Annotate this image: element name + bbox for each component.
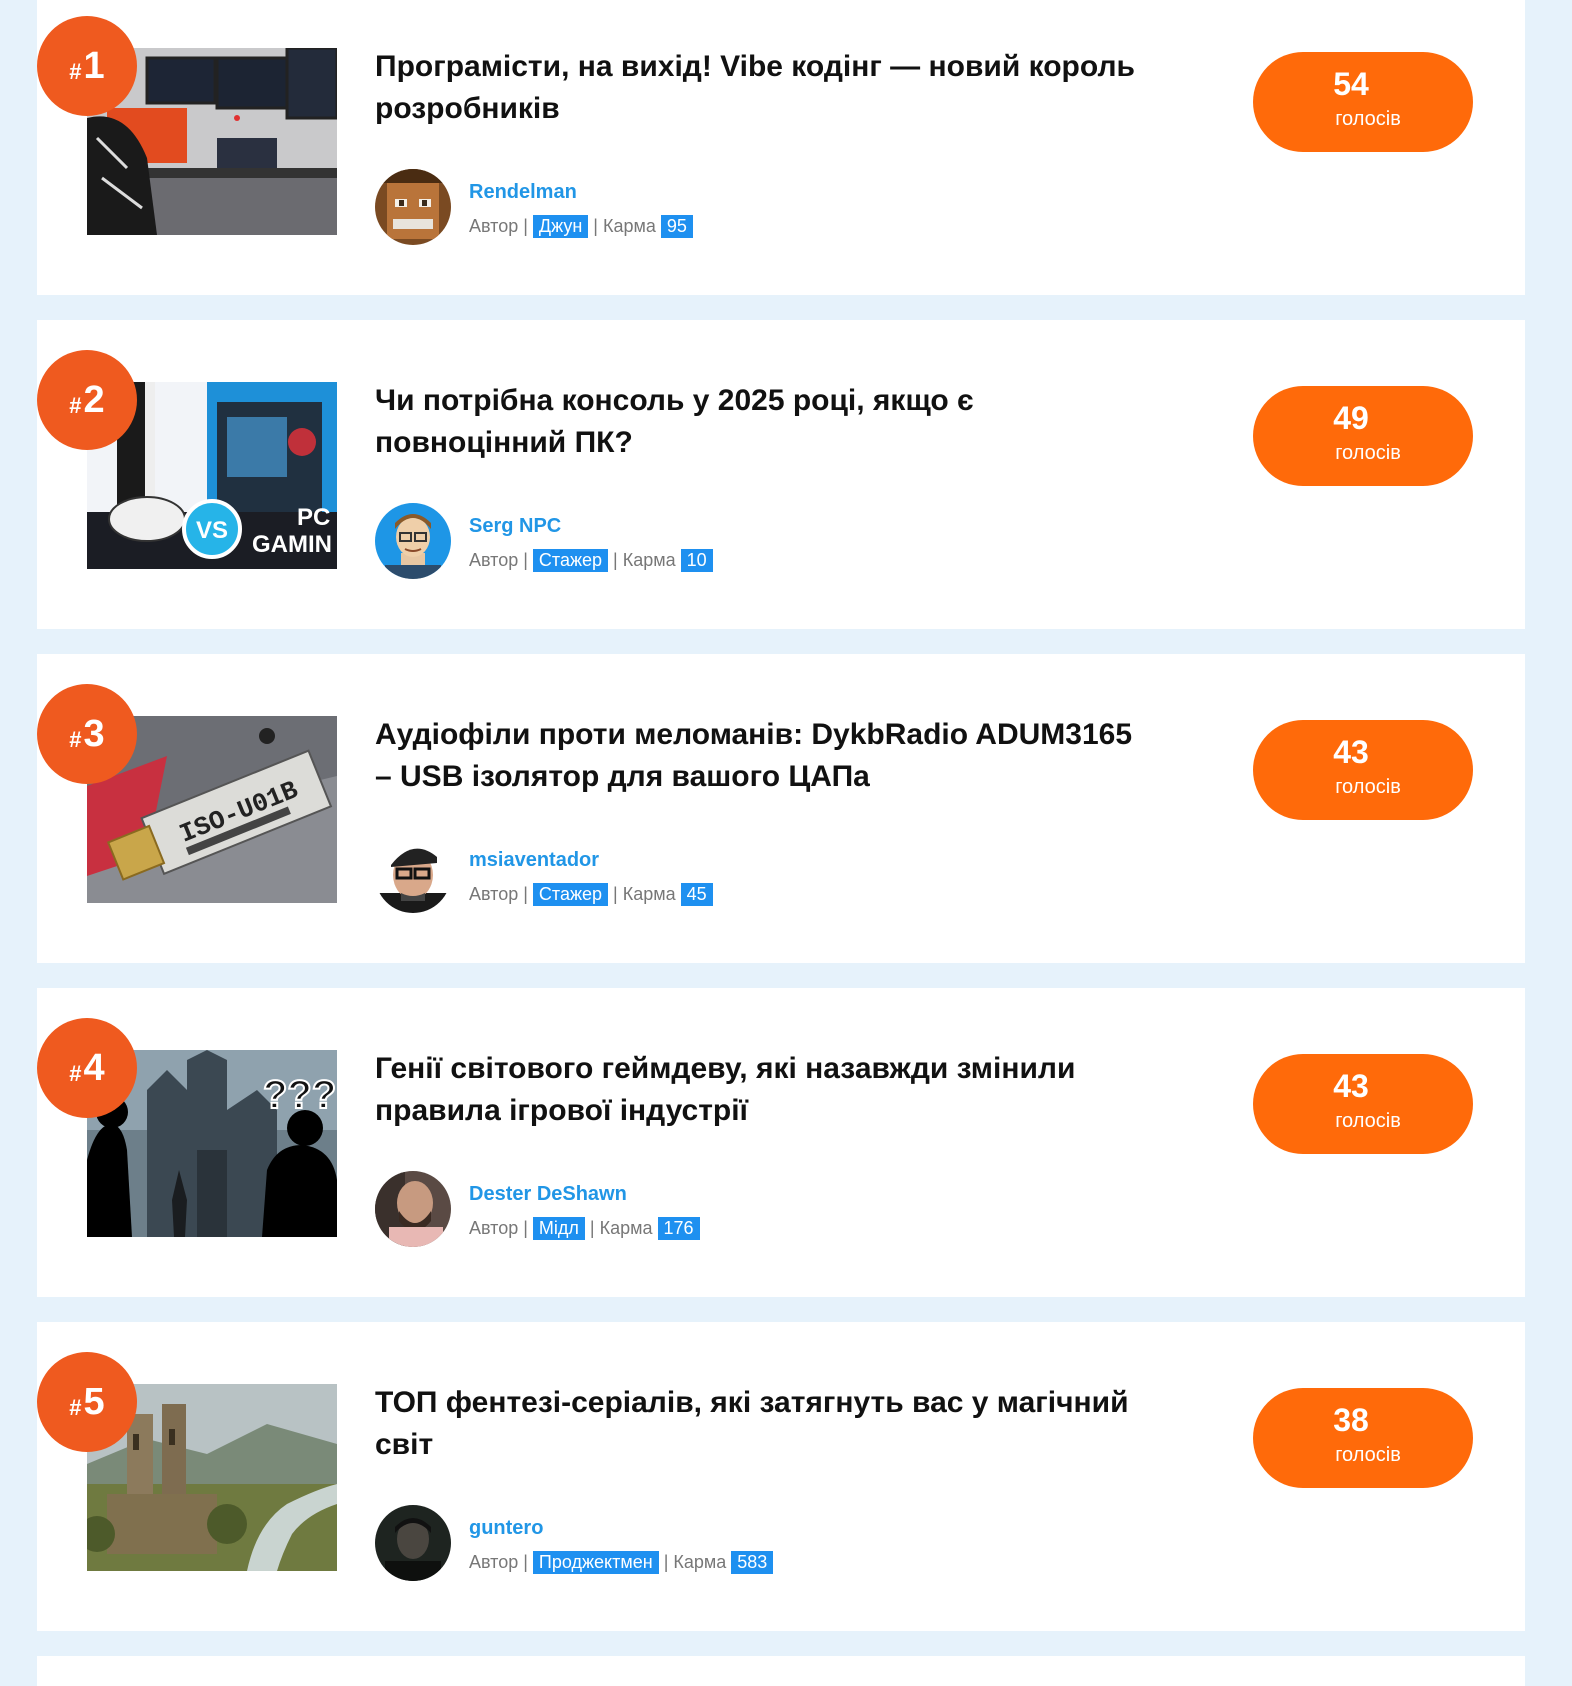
- votes-count: 43: [1333, 1068, 1369, 1104]
- author-meta: Автор | Стажер | Карма 10: [469, 549, 713, 572]
- votes-label: голосів: [1335, 1444, 1401, 1466]
- bald-man-avatar[interactable]: [375, 1171, 451, 1247]
- author-role: Автор |: [469, 1552, 528, 1572]
- rank-badge: # 5: [37, 1352, 137, 1452]
- author-role: Автор |: [469, 550, 528, 570]
- post-title[interactable]: Генії світового геймдеву, які назавжди з…: [375, 1048, 1135, 1132]
- votes-pill: 49 голосів: [1253, 386, 1473, 486]
- man-with-glasses-avatar[interactable]: [375, 837, 451, 913]
- rank-number: 3: [83, 712, 105, 755]
- votes-label: голосів: [1335, 442, 1401, 464]
- post-card: # 1 Програмісти, на вихід! Vibe кодінг —…: [37, 0, 1525, 295]
- author-meta: Автор | Проджектмен | Карма 583: [469, 1551, 774, 1574]
- rank-hash: #: [69, 1061, 82, 1086]
- author-meta: Автор | Мідл | Карма 176: [469, 1217, 700, 1240]
- rank-hash: #: [69, 727, 82, 752]
- rank-hash: #: [69, 393, 82, 418]
- vs-text: VS: [196, 517, 228, 544]
- rank-number: 4: [83, 1046, 105, 1089]
- post-card: # 3 ISO-U01B Аудіофіли проти меломанів: …: [37, 654, 1525, 963]
- pc-text: PC: [297, 504, 330, 531]
- post-card: # 4 ??? Генії світового геймдеву, які на…: [37, 988, 1525, 1297]
- author-meta: Автор | Стажер | Карма 45: [469, 883, 713, 906]
- rank-badge: # 4: [37, 1018, 137, 1118]
- karma-label: | Карма: [613, 884, 676, 904]
- post-title[interactable]: Програмісти, на вихід! Vibe кодінг — нов…: [375, 46, 1135, 130]
- author-name-link[interactable]: Dester DeShawn: [469, 1183, 627, 1206]
- rank-number: 1: [83, 44, 105, 87]
- question-marks-text: ???: [263, 1073, 336, 1117]
- votes-label: голосів: [1335, 108, 1401, 130]
- votes-label: голосів: [1335, 776, 1401, 798]
- rank-badge: # 1: [37, 16, 137, 116]
- author-role: Автор |: [469, 1218, 528, 1238]
- post-card-partial: [37, 1656, 1525, 1686]
- gaming-text: GAMIN: [252, 531, 332, 558]
- karma-label: | Карма: [663, 1552, 727, 1572]
- rank-number: 5: [83, 1380, 105, 1423]
- level-badge: Стажер: [532, 549, 609, 572]
- post-card: # 2 VS PC GAMIN Чи потрібна консоль у 20…: [37, 320, 1525, 629]
- karma-badge: 176: [657, 1217, 700, 1240]
- level-badge: Стажер: [532, 883, 609, 906]
- votes-pill: 38 голосів: [1253, 1388, 1473, 1488]
- author-role: Автор |: [469, 216, 528, 236]
- level-badge: Проджектмен: [532, 1551, 659, 1574]
- votes-pill: 54 голосів: [1253, 52, 1473, 152]
- votes-pill: 43 голосів: [1253, 1054, 1473, 1154]
- votes-count: 49: [1333, 400, 1369, 436]
- author-name-link[interactable]: Rendelman: [469, 181, 577, 204]
- karma-label: | Карма: [613, 550, 676, 570]
- post-title[interactable]: Чи потрібна консоль у 2025 році, якщо є …: [375, 380, 1135, 464]
- post-title[interactable]: Аудіофіли проти меломанів: DykbRadio ADU…: [375, 714, 1135, 798]
- karma-label: | Карма: [589, 1218, 653, 1238]
- karma-badge: 45: [680, 883, 713, 906]
- votes-count: 38: [1333, 1402, 1369, 1438]
- author-name-link[interactable]: msiaventador: [469, 849, 599, 872]
- post-title[interactable]: ТОП фентезі-серіалів, які затягнуть вас …: [375, 1382, 1135, 1466]
- level-badge: Джун: [532, 215, 589, 238]
- pixel-face-avatar[interactable]: [375, 169, 451, 245]
- karma-badge: 10: [680, 549, 713, 572]
- cartoon-man-avatar[interactable]: [375, 503, 451, 579]
- author-meta: Автор | Джун | Карма 95: [469, 215, 693, 238]
- post-card: # 5 ТОП фентезі-серіалів, які затягнуть …: [37, 1322, 1525, 1631]
- votes-count: 43: [1333, 734, 1369, 770]
- karma-badge: 583: [731, 1551, 774, 1574]
- rank-hash: #: [69, 1395, 82, 1420]
- rank-number: 2: [83, 378, 105, 421]
- karma-badge: 95: [660, 215, 693, 238]
- votes-label: голосів: [1335, 1110, 1401, 1132]
- votes-pill: 43 голосів: [1253, 720, 1473, 820]
- dark-portrait-avatar[interactable]: [375, 1505, 451, 1581]
- rank-hash: #: [69, 59, 82, 84]
- author-role: Автор |: [469, 884, 528, 904]
- karma-label: | Карма: [593, 216, 656, 236]
- rank-badge: # 2: [37, 350, 137, 450]
- author-name-link[interactable]: guntero: [469, 1517, 543, 1540]
- author-name-link[interactable]: Serg NPC: [469, 515, 561, 538]
- level-badge: Мідл: [532, 1217, 585, 1240]
- votes-count: 54: [1333, 66, 1369, 102]
- rank-badge: # 3: [37, 684, 137, 784]
